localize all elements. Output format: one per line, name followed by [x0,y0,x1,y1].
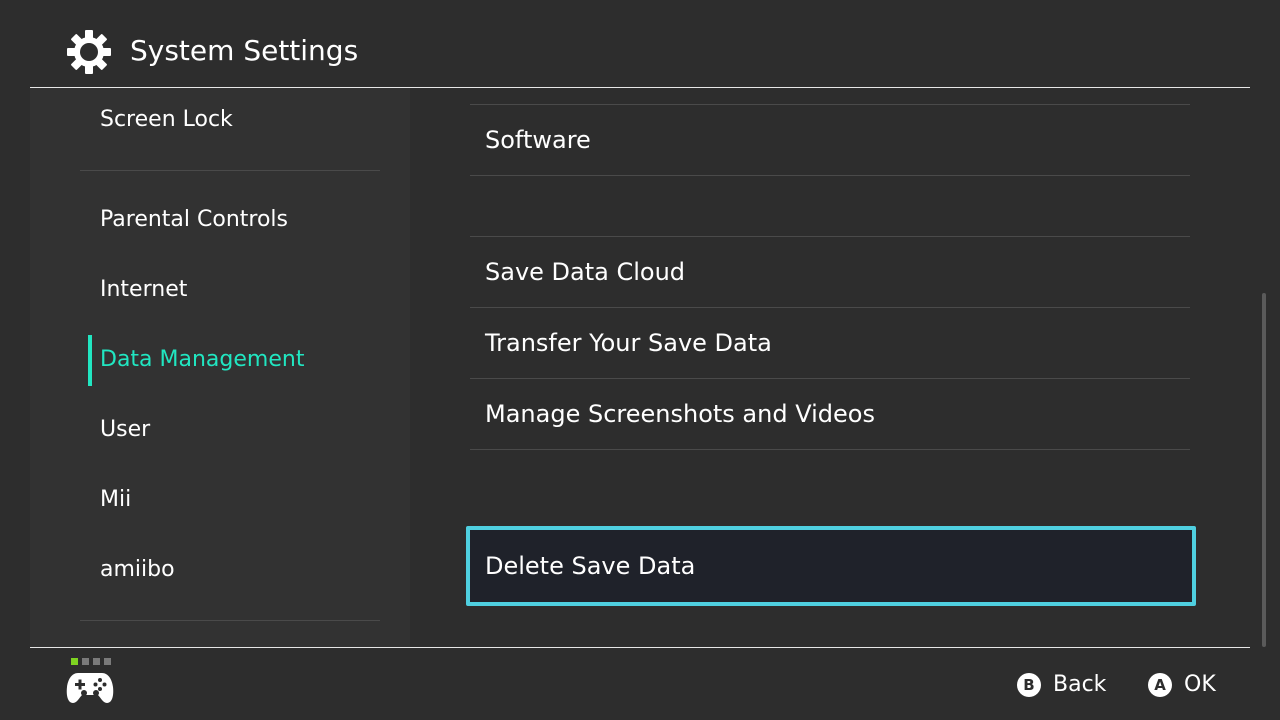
sidebar-item-amiibo[interactable]: amiibo [100,555,175,585]
list-item-delete-save-data[interactable]: Delete Save Data [466,526,1196,606]
sidebar-selection-indicator [88,335,92,386]
controller-dot [82,658,89,665]
list-divider [470,449,1190,450]
list-item-transfer-save-data[interactable]: Transfer Your Save Data [470,308,1190,378]
b-button-icon: B [1017,673,1041,697]
sidebar-item-internet[interactable]: Internet [100,275,187,305]
back-label: Back [1053,672,1107,697]
list-item-label: Transfer Your Save Data [485,329,772,357]
a-button-icon: A [1148,673,1172,697]
sidebar-item-mii[interactable]: Mii [100,485,131,515]
scrollbar[interactable] [1262,293,1266,647]
controller-dot [93,658,100,665]
sidebar-item-user[interactable]: User [100,415,150,445]
gear-icon [67,30,111,74]
controller-dot [104,658,111,665]
list-item-label: Delete Save Data [485,552,696,580]
list-item-software[interactable]: Software [470,105,1190,175]
list-item-label: Software [485,126,591,154]
gamepad-icon [66,673,114,703]
header: System Settings [0,0,1280,88]
sidebar-item-parental-controls[interactable]: Parental Controls [100,205,288,235]
sidebar-item-screen-lock[interactable]: Screen Lock [100,105,233,135]
list-item-label: Save Data Cloud [485,258,686,286]
ok-label: OK [1184,672,1216,697]
settings-list: Software Save Data Cloud Transfer Your S… [410,88,1280,647]
list-divider [470,175,1190,176]
system-settings-screen: System Settings Screen Lock Parental Con… [0,0,1280,720]
list-item-save-data-cloud[interactable]: Save Data Cloud [470,237,1190,307]
controller-dot-active [71,658,78,665]
list-item-label: Manage Screenshots and Videos [485,400,875,428]
sidebar: Screen Lock Parental Controls Internet D… [30,88,410,647]
sidebar-divider [80,170,380,171]
sidebar-divider [80,620,380,621]
list-item-manage-screenshots[interactable]: Manage Screenshots and Videos [470,379,1190,449]
sidebar-item-data-management[interactable]: Data Management [100,345,304,375]
footer-divider [30,647,1250,648]
page-title: System Settings [130,34,359,67]
